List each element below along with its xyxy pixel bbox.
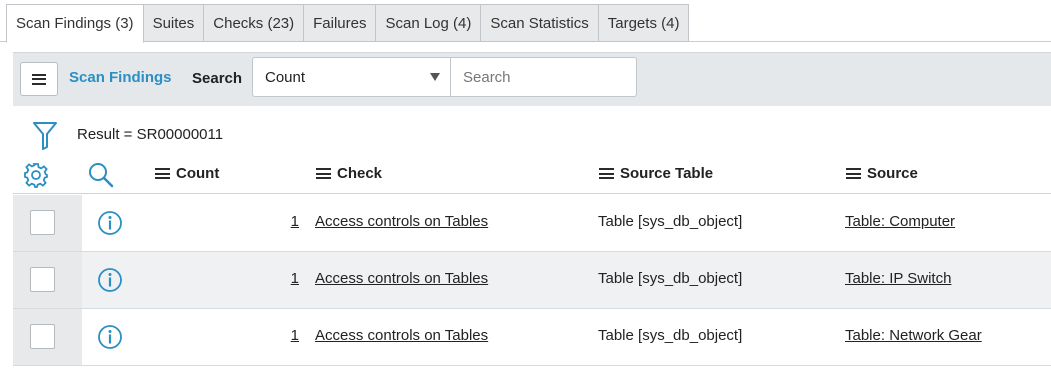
list-header-row: Count Check Source Table Source bbox=[13, 156, 1051, 194]
info-circle-icon[interactable] bbox=[97, 267, 123, 297]
list-toolbar: Scan Findings Search Count bbox=[13, 52, 1051, 106]
tab-scan-findings[interactable]: Scan Findings (3) bbox=[6, 4, 144, 43]
caret-down-icon bbox=[430, 73, 440, 81]
info-circle-icon[interactable] bbox=[97, 210, 123, 240]
magnifier-icon[interactable] bbox=[87, 161, 115, 193]
source-table-value: Table [sys_db_object] bbox=[598, 213, 743, 230]
count-link[interactable]: 1 bbox=[283, 327, 299, 344]
row-select-cell bbox=[13, 252, 82, 308]
column-menu-icon[interactable] bbox=[599, 168, 614, 179]
column-header-label: Source bbox=[867, 165, 918, 182]
info-circle-icon[interactable] bbox=[97, 324, 123, 354]
tab-checks[interactable]: Checks (23) bbox=[204, 4, 305, 42]
source-link[interactable]: Table: Network Gear bbox=[845, 327, 982, 344]
search-input[interactable] bbox=[450, 57, 637, 97]
tab-failures[interactable]: Failures bbox=[304, 4, 377, 42]
table-row: 1 Access controls on Tables Table [sys_d… bbox=[13, 309, 1051, 366]
row-select-cell bbox=[13, 309, 82, 365]
column-header-label: Source Table bbox=[620, 165, 714, 182]
column-header-count[interactable]: Count bbox=[155, 165, 219, 182]
scan-findings-frame: Scan Findings (3) Suites Checks (23) Fai… bbox=[0, 0, 1051, 377]
table-row: 1 Access controls on Tables Table [sys_d… bbox=[13, 252, 1051, 309]
source-table-value: Table [sys_db_object] bbox=[598, 327, 743, 344]
count-link[interactable]: 1 bbox=[283, 213, 299, 230]
source-link[interactable]: Table: Computer bbox=[845, 213, 955, 230]
search-label: Search bbox=[192, 70, 243, 87]
tab-suites[interactable]: Suites bbox=[143, 4, 205, 42]
row-checkbox[interactable] bbox=[30, 267, 55, 292]
filter-funnel-icon[interactable] bbox=[32, 120, 58, 154]
search-field-select[interactable]: Count bbox=[252, 57, 450, 97]
count-link[interactable]: 1 bbox=[283, 270, 299, 287]
column-menu-icon[interactable] bbox=[316, 168, 331, 179]
list-title[interactable]: Scan Findings bbox=[69, 69, 172, 86]
row-checkbox[interactable] bbox=[30, 210, 55, 235]
table-row: 1 Access controls on Tables Table [sys_d… bbox=[13, 195, 1051, 252]
column-header-check[interactable]: Check bbox=[316, 165, 382, 182]
column-header-label: Count bbox=[176, 165, 220, 182]
related-lists-tabs: Scan Findings (3) Suites Checks (23) Fai… bbox=[0, 0, 1051, 43]
source-table-value: Table [sys_db_object] bbox=[598, 270, 743, 287]
check-link[interactable]: Access controls on Tables bbox=[315, 213, 488, 230]
tab-scan-log[interactable]: Scan Log (4) bbox=[376, 4, 482, 42]
row-checkbox[interactable] bbox=[30, 324, 55, 349]
check-link[interactable]: Access controls on Tables bbox=[315, 327, 488, 344]
tab-targets[interactable]: Targets (4) bbox=[598, 4, 690, 42]
search-field-selected-value: Count bbox=[265, 68, 306, 86]
column-header-source[interactable]: Source bbox=[846, 165, 918, 182]
column-header-label: Check bbox=[337, 165, 383, 182]
row-select-cell bbox=[13, 195, 82, 251]
column-header-source-table[interactable]: Source Table bbox=[599, 165, 713, 182]
list-menu-button[interactable] bbox=[20, 62, 58, 96]
source-link[interactable]: Table: IP Switch bbox=[845, 270, 951, 287]
hamburger-menu-icon bbox=[32, 73, 46, 85]
check-link[interactable]: Access controls on Tables bbox=[315, 270, 488, 287]
tab-scan-statistics[interactable]: Scan Statistics bbox=[481, 4, 599, 42]
column-menu-icon[interactable] bbox=[846, 168, 861, 179]
gear-icon[interactable] bbox=[23, 162, 49, 192]
filter-condition[interactable]: Result = SR00000011 bbox=[77, 126, 223, 143]
column-menu-icon[interactable] bbox=[155, 168, 170, 179]
